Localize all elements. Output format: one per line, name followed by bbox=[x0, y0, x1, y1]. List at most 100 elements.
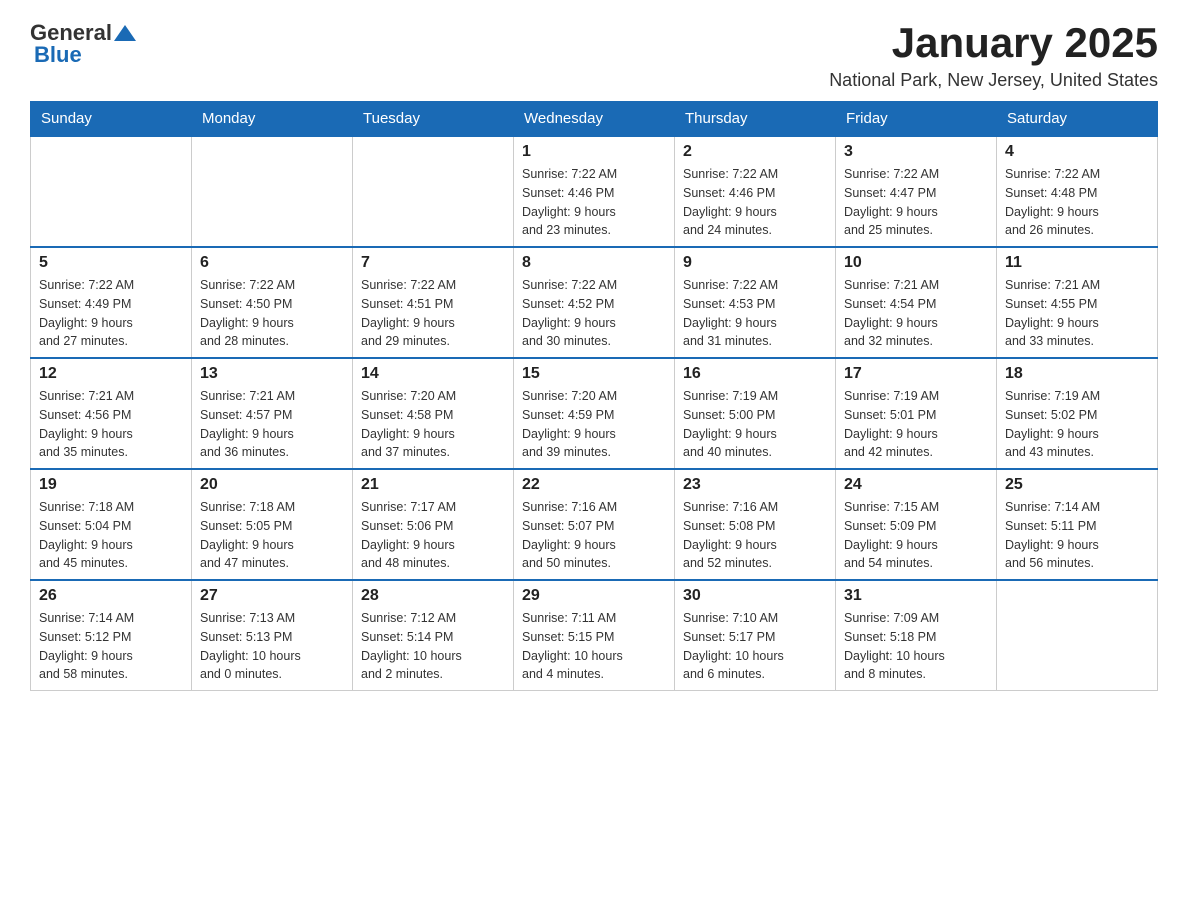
calendar-cell: 26 Sunrise: 7:14 AMSunset: 5:12 PMDayligh… bbox=[31, 580, 192, 691]
calendar-week-row: 26 Sunrise: 7:14 AMSunset: 5:12 PMDayligh… bbox=[31, 580, 1158, 691]
day-info: Sunrise: 7:20 AMSunset: 4:59 PMDaylight:… bbox=[522, 387, 666, 462]
weekday-header: Sunday bbox=[31, 102, 192, 137]
location-title: National Park, New Jersey, United States bbox=[829, 70, 1158, 91]
day-number: 31 bbox=[844, 587, 988, 605]
calendar-cell: 28Sunrise: 7:12 AMSunset: 5:14 PMDayligh… bbox=[353, 580, 514, 691]
day-number: 9 bbox=[683, 254, 827, 272]
calendar-cell: 30Sunrise: 7:10 AMSunset: 5:17 PMDayligh… bbox=[675, 580, 836, 691]
calendar-cell: 24Sunrise: 7:15 AMSunset: 5:09 PMDayligh… bbox=[836, 469, 997, 580]
day-info: Sunrise: 7:17 AMSunset: 5:06 PMDaylight:… bbox=[361, 498, 505, 573]
logo: General Blue bbox=[30, 20, 136, 68]
calendar-cell: 8 Sunrise: 7:22 AMSunset: 4:52 PMDaylight… bbox=[514, 247, 675, 358]
day-number: 7 bbox=[361, 254, 505, 272]
weekday-header: Friday bbox=[836, 102, 997, 137]
calendar-cell: 27 Sunrise: 7:13 AMSunset: 5:13 PMDayligh… bbox=[192, 580, 353, 691]
calendar-cell: 19 Sunrise: 7:18 AMSunset: 5:04 PMDayligh… bbox=[31, 469, 192, 580]
day-number: 1 bbox=[522, 143, 666, 161]
calendar-week-row: 1 Sunrise: 7:22 AMSunset: 4:46 PMDaylight… bbox=[31, 136, 1158, 247]
calendar-cell: 4 Sunrise: 7:22 AMSunset: 4:48 PMDaylight… bbox=[997, 136, 1158, 247]
day-number: 28 bbox=[361, 587, 505, 605]
day-info: Sunrise: 7:21 AMSunset: 4:57 PMDaylight:… bbox=[200, 387, 344, 462]
day-info: Sunrise: 7:21 AMSunset: 4:54 PMDaylight:… bbox=[844, 276, 988, 351]
day-info: Sunrise: 7:16 AMSunset: 5:07 PMDaylight:… bbox=[522, 498, 666, 573]
day-number: 14 bbox=[361, 365, 505, 383]
weekday-header: Saturday bbox=[997, 102, 1158, 137]
day-info: Sunrise: 7:19 AMSunset: 5:01 PMDaylight:… bbox=[844, 387, 988, 462]
day-number: 19 bbox=[39, 476, 183, 494]
calendar-cell: 5 Sunrise: 7:22 AMSunset: 4:49 PMDaylight… bbox=[31, 247, 192, 358]
day-info: Sunrise: 7:22 AMSunset: 4:51 PMDaylight:… bbox=[361, 276, 505, 351]
day-number: 8 bbox=[522, 254, 666, 272]
calendar-cell: 3 Sunrise: 7:22 AMSunset: 4:47 PMDaylight… bbox=[836, 136, 997, 247]
calendar-cell: 13 Sunrise: 7:21 AMSunset: 4:57 PMDayligh… bbox=[192, 358, 353, 469]
day-number: 30 bbox=[683, 587, 827, 605]
calendar-table: SundayMondayTuesdayWednesdayThursdayFrid… bbox=[30, 101, 1158, 691]
day-number: 5 bbox=[39, 254, 183, 272]
day-info: Sunrise: 7:21 AMSunset: 4:55 PMDaylight:… bbox=[1005, 276, 1149, 351]
day-info: Sunrise: 7:16 AMSunset: 5:08 PMDaylight:… bbox=[683, 498, 827, 573]
day-number: 3 bbox=[844, 143, 988, 161]
calendar-cell: 7 Sunrise: 7:22 AMSunset: 4:51 PMDaylight… bbox=[353, 247, 514, 358]
calendar-cell bbox=[31, 136, 192, 247]
day-number: 6 bbox=[200, 254, 344, 272]
calendar-cell: 29 Sunrise: 7:11 AMSunset: 5:15 PMDayligh… bbox=[514, 580, 675, 691]
logo-triangle-icon bbox=[114, 23, 136, 45]
calendar-cell: 1 Sunrise: 7:22 AMSunset: 4:46 PMDaylight… bbox=[514, 136, 675, 247]
day-number: 26 bbox=[39, 587, 183, 605]
day-info: Sunrise: 7:22 AMSunset: 4:49 PMDaylight:… bbox=[39, 276, 183, 351]
calendar-cell: 23 Sunrise: 7:16 AMSunset: 5:08 PMDayligh… bbox=[675, 469, 836, 580]
day-info: Sunrise: 7:21 AMSunset: 4:56 PMDaylight:… bbox=[39, 387, 183, 462]
calendar-cell: 20 Sunrise: 7:18 AMSunset: 5:05 PMDayligh… bbox=[192, 469, 353, 580]
day-info: Sunrise: 7:18 AMSunset: 5:05 PMDaylight:… bbox=[200, 498, 344, 573]
day-info: Sunrise: 7:22 AMSunset: 4:48 PMDaylight:… bbox=[1005, 165, 1149, 240]
day-number: 21 bbox=[361, 476, 505, 494]
calendar-cell: 21 Sunrise: 7:17 AMSunset: 5:06 PMDayligh… bbox=[353, 469, 514, 580]
day-info: Sunrise: 7:09 AMSunset: 5:18 PMDaylight:… bbox=[844, 609, 988, 684]
calendar-cell: 9Sunrise: 7:22 AMSunset: 4:53 PMDaylight… bbox=[675, 247, 836, 358]
day-number: 17 bbox=[844, 365, 988, 383]
calendar-cell: 11 Sunrise: 7:21 AMSunset: 4:55 PMDayligh… bbox=[997, 247, 1158, 358]
day-info: Sunrise: 7:19 AMSunset: 5:00 PMDaylight:… bbox=[683, 387, 827, 462]
day-info: Sunrise: 7:14 AMSunset: 5:12 PMDaylight:… bbox=[39, 609, 183, 684]
calendar-week-row: 19 Sunrise: 7:18 AMSunset: 5:04 PMDayligh… bbox=[31, 469, 1158, 580]
calendar-cell: 14 Sunrise: 7:20 AMSunset: 4:58 PMDayligh… bbox=[353, 358, 514, 469]
calendar-cell: 22Sunrise: 7:16 AMSunset: 5:07 PMDayligh… bbox=[514, 469, 675, 580]
calendar-cell: 31 Sunrise: 7:09 AMSunset: 5:18 PMDayligh… bbox=[836, 580, 997, 691]
calendar-week-row: 5 Sunrise: 7:22 AMSunset: 4:49 PMDaylight… bbox=[31, 247, 1158, 358]
day-number: 20 bbox=[200, 476, 344, 494]
day-info: Sunrise: 7:19 AMSunset: 5:02 PMDaylight:… bbox=[1005, 387, 1149, 462]
calendar-cell: 15 Sunrise: 7:20 AMSunset: 4:59 PMDayligh… bbox=[514, 358, 675, 469]
day-info: Sunrise: 7:22 AMSunset: 4:52 PMDaylight:… bbox=[522, 276, 666, 351]
calendar-cell bbox=[192, 136, 353, 247]
calendar-cell bbox=[353, 136, 514, 247]
day-info: Sunrise: 7:20 AMSunset: 4:58 PMDaylight:… bbox=[361, 387, 505, 462]
calendar-cell: 25Sunrise: 7:14 AMSunset: 5:11 PMDayligh… bbox=[997, 469, 1158, 580]
day-info: Sunrise: 7:22 AMSunset: 4:50 PMDaylight:… bbox=[200, 276, 344, 351]
day-info: Sunrise: 7:13 AMSunset: 5:13 PMDaylight:… bbox=[200, 609, 344, 684]
calendar-cell: 17 Sunrise: 7:19 AMSunset: 5:01 PMDayligh… bbox=[836, 358, 997, 469]
day-info: Sunrise: 7:22 AMSunset: 4:46 PMDaylight:… bbox=[522, 165, 666, 240]
day-number: 29 bbox=[522, 587, 666, 605]
day-number: 4 bbox=[1005, 143, 1149, 161]
day-info: Sunrise: 7:22 AMSunset: 4:46 PMDaylight:… bbox=[683, 165, 827, 240]
day-number: 11 bbox=[1005, 254, 1149, 272]
day-number: 18 bbox=[1005, 365, 1149, 383]
title-block: January 2025 National Park, New Jersey, … bbox=[829, 20, 1158, 91]
day-info: Sunrise: 7:11 AMSunset: 5:15 PMDaylight:… bbox=[522, 609, 666, 684]
day-number: 27 bbox=[200, 587, 344, 605]
calendar-week-row: 12 Sunrise: 7:21 AMSunset: 4:56 PMDayligh… bbox=[31, 358, 1158, 469]
day-info: Sunrise: 7:15 AMSunset: 5:09 PMDaylight:… bbox=[844, 498, 988, 573]
day-info: Sunrise: 7:18 AMSunset: 5:04 PMDaylight:… bbox=[39, 498, 183, 573]
calendar-cell: 18 Sunrise: 7:19 AMSunset: 5:02 PMDayligh… bbox=[997, 358, 1158, 469]
day-number: 15 bbox=[522, 365, 666, 383]
calendar-cell: 6 Sunrise: 7:22 AMSunset: 4:50 PMDaylight… bbox=[192, 247, 353, 358]
day-number: 23 bbox=[683, 476, 827, 494]
calendar-cell: 12 Sunrise: 7:21 AMSunset: 4:56 PMDayligh… bbox=[31, 358, 192, 469]
day-number: 2 bbox=[683, 143, 827, 161]
day-info: Sunrise: 7:22 AMSunset: 4:47 PMDaylight:… bbox=[844, 165, 988, 240]
calendar-cell: 2 Sunrise: 7:22 AMSunset: 4:46 PMDaylight… bbox=[675, 136, 836, 247]
day-number: 13 bbox=[200, 365, 344, 383]
day-number: 12 bbox=[39, 365, 183, 383]
weekday-header: Monday bbox=[192, 102, 353, 137]
page-header: General Blue January 2025 National Park,… bbox=[30, 20, 1158, 91]
